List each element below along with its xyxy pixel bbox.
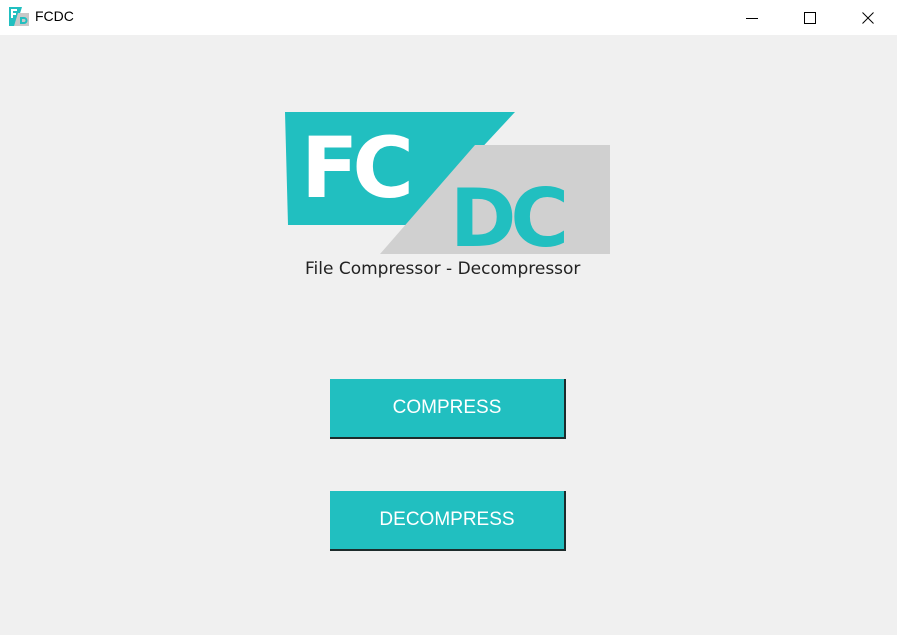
minimize-button[interactable]: [723, 0, 781, 35]
logo-text-fc: FC: [301, 119, 409, 217]
fcdc-logo: FC DC: [285, 112, 610, 257]
logo-text-dc: DC: [450, 172, 564, 257]
app-window: FCDC FC DC File Compressor - Decompresso: [0, 0, 897, 635]
minimize-icon: [746, 17, 758, 19]
maximize-button[interactable]: [781, 0, 839, 35]
fcdc-app-icon: [9, 7, 29, 26]
decompress-button[interactable]: DECOMPRESS: [330, 491, 566, 551]
compress-button[interactable]: COMPRESS: [330, 379, 566, 439]
app-tagline: File Compressor - Decompressor: [305, 259, 581, 279]
maximize-icon: [804, 11, 816, 24]
title-bar[interactable]: FCDC: [0, 0, 897, 35]
window-title: FCDC: [35, 8, 74, 24]
close-button[interactable]: [839, 0, 897, 35]
close-icon: [862, 11, 874, 24]
